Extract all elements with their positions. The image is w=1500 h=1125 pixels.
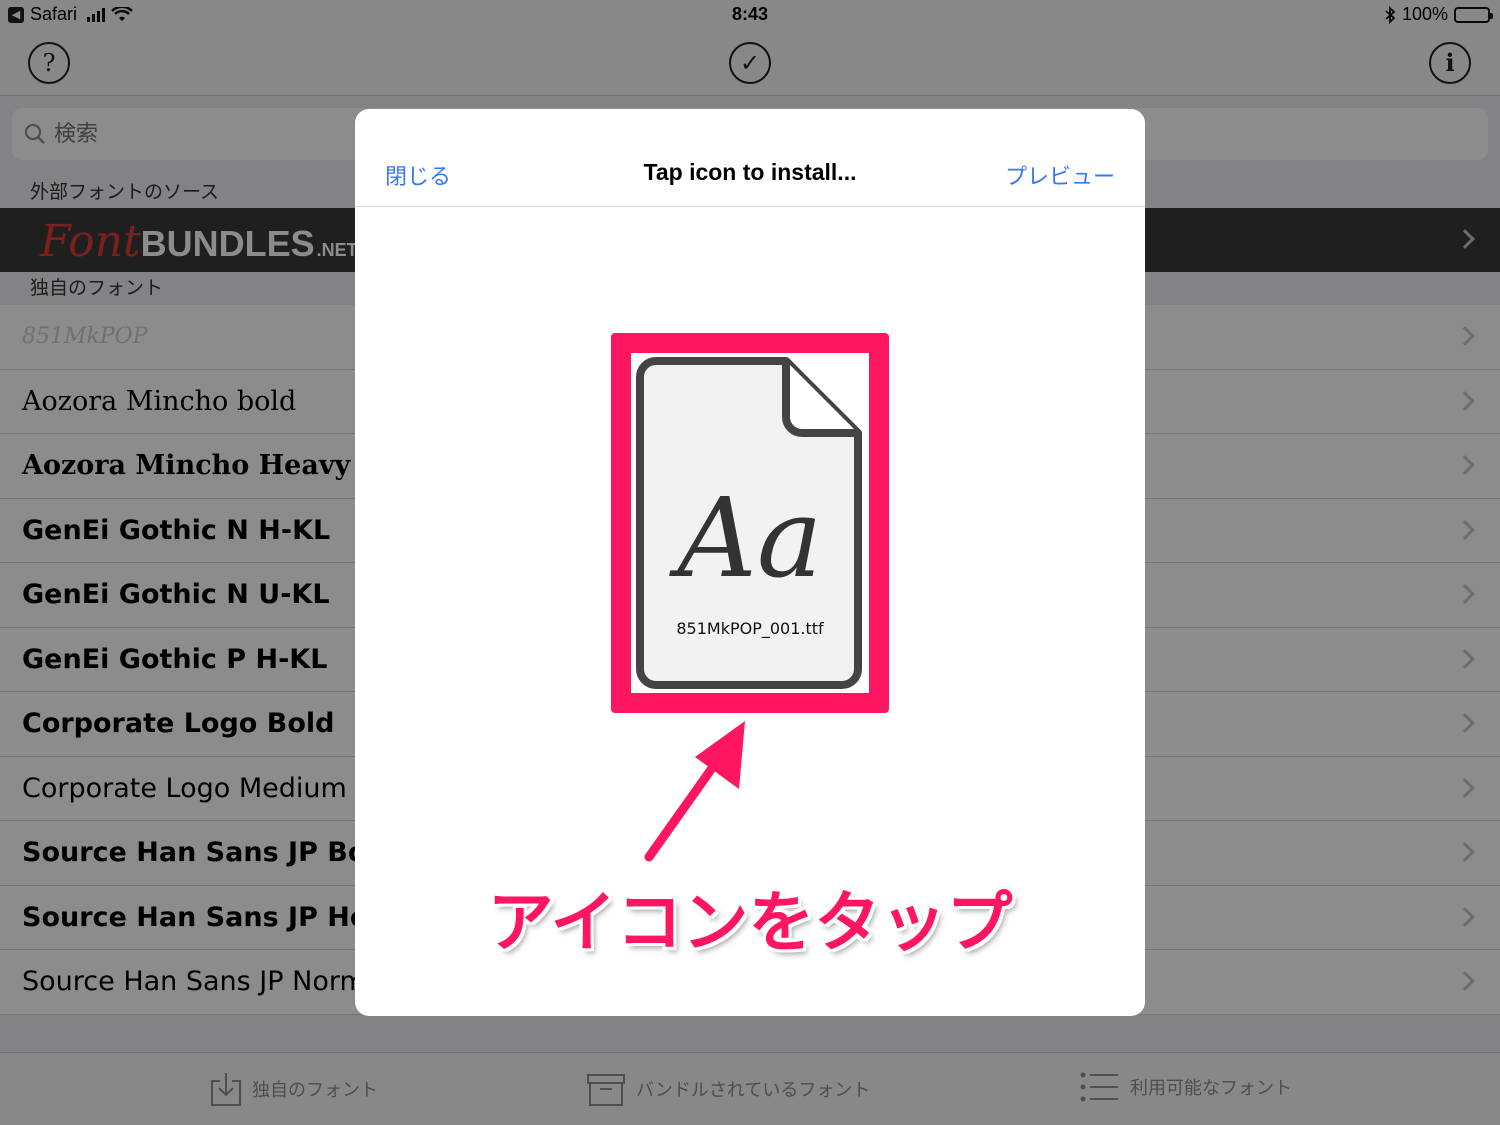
modal-header: 閉じる Tap icon to install... プレビュー xyxy=(355,109,1145,207)
highlight-box: Aa 851MkPOP_001.ttf xyxy=(611,333,889,713)
font-file-name: 851MkPOP_001.ttf xyxy=(676,619,824,638)
preview-button[interactable]: プレビュー xyxy=(1005,159,1115,191)
pointer-arrow-icon xyxy=(644,721,745,862)
font-file-glyph: Aa xyxy=(677,474,823,602)
install-modal: 閉じる Tap icon to install... プレビュー Aa 851M… xyxy=(355,109,1145,1016)
tap-icon-annotation: アイコンをタップ xyxy=(487,884,1013,961)
